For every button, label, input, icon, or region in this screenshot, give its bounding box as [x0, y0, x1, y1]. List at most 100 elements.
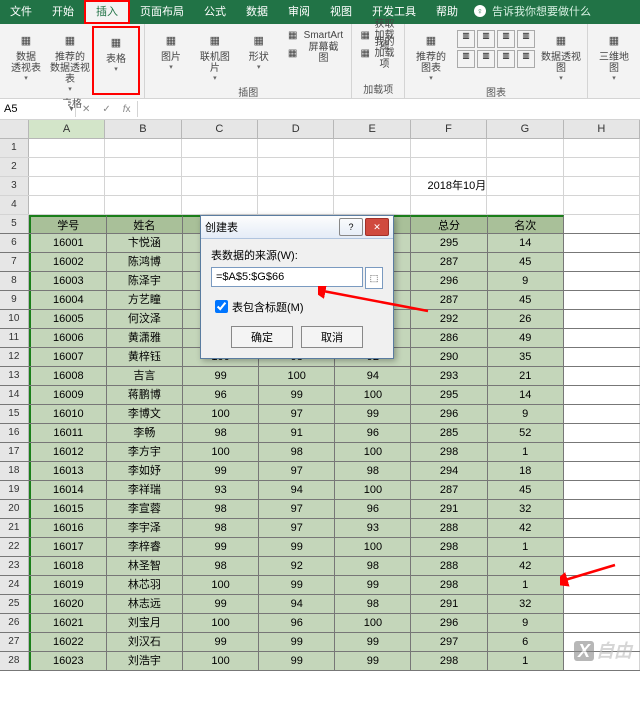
cell[interactable]	[29, 177, 105, 195]
ribbon-button[interactable]: ▦图片▾	[149, 26, 193, 84]
ribbon-button[interactable]: ▦我的加载项	[356, 44, 400, 62]
cell[interactable]: 98	[183, 557, 259, 575]
cancel-button[interactable]: 取消	[301, 326, 363, 348]
cell[interactable]: 黄梓钰	[107, 348, 183, 366]
tell-me-input[interactable]: ♀告诉我你想要做什么	[468, 0, 601, 24]
cell[interactable]	[487, 177, 563, 195]
cell[interactable]	[334, 158, 410, 176]
cell[interactable]: 100	[335, 614, 411, 632]
cell[interactable]	[182, 177, 258, 195]
cell[interactable]: 98	[183, 500, 259, 518]
cell[interactable]: 32	[488, 500, 564, 518]
row-header[interactable]: 3	[0, 177, 29, 195]
cell[interactable]	[564, 500, 640, 518]
cell[interactable]: 林圣智	[107, 557, 183, 575]
cell[interactable]: 16001	[29, 234, 107, 252]
has-headers-checkbox[interactable]	[215, 300, 228, 313]
cell[interactable]: 陈泽宇	[107, 272, 183, 290]
cell[interactable]	[564, 614, 640, 632]
cell[interactable]: 91	[259, 424, 335, 442]
cell[interactable]: 26	[488, 310, 564, 328]
source-range-input[interactable]	[211, 267, 363, 287]
cell[interactable]: 16013	[29, 462, 107, 480]
chart-type-icon[interactable]: ▥	[477, 50, 495, 68]
chart-type-icon[interactable]: ▥	[517, 30, 535, 48]
cell[interactable]: 100	[335, 386, 411, 404]
cell[interactable]: 99	[183, 538, 259, 556]
ribbon-button[interactable]: ▦数据透视表▾	[4, 26, 48, 95]
cell[interactable]: 16007	[29, 348, 107, 366]
chart-type-icon[interactable]: ▥	[457, 30, 475, 48]
row-header[interactable]: 15	[0, 405, 29, 423]
row-header[interactable]: 20	[0, 500, 29, 518]
cell[interactable]: 16021	[29, 614, 107, 632]
cell[interactable]: 288	[411, 557, 487, 575]
cell[interactable]: 45	[488, 253, 564, 271]
row-header[interactable]: 6	[0, 234, 29, 252]
cell[interactable]: 286	[411, 329, 487, 347]
cell[interactable]: 卞悦涵	[107, 234, 183, 252]
cell[interactable]: 32	[488, 595, 564, 613]
cell[interactable]: 16014	[29, 481, 107, 499]
cell[interactable]: 16004	[29, 291, 107, 309]
chart-type-icon[interactable]: ▥	[517, 50, 535, 68]
cell[interactable]: 总分	[411, 215, 487, 233]
cell[interactable]	[258, 196, 334, 214]
cell[interactable]: 100	[183, 405, 259, 423]
menu-item-帮助[interactable]: 帮助	[426, 0, 468, 24]
cell[interactable]: 李梓睿	[107, 538, 183, 556]
ribbon-button[interactable]: ▦推荐的数据透视表▾	[48, 26, 92, 95]
cell[interactable]: 287	[411, 253, 487, 271]
row-header[interactable]: 26	[0, 614, 29, 632]
cell[interactable]: 2018年10月	[411, 177, 487, 195]
cell[interactable]: 291	[411, 595, 487, 613]
column-header[interactable]: B	[105, 120, 181, 138]
cell[interactable]: 42	[488, 557, 564, 575]
cell[interactable]	[564, 519, 640, 537]
cell[interactable]	[334, 139, 410, 157]
cell[interactable]: 296	[411, 272, 487, 290]
cell[interactable]: 14	[488, 234, 564, 252]
cell[interactable]: 35	[488, 348, 564, 366]
cell[interactable]: 100	[183, 576, 259, 594]
cell[interactable]: 45	[488, 481, 564, 499]
cell[interactable]	[487, 158, 563, 176]
cell[interactable]: 1	[488, 652, 564, 670]
cell[interactable]	[564, 367, 640, 385]
cell[interactable]	[182, 196, 258, 214]
cell[interactable]: 97	[259, 519, 335, 537]
cell[interactable]: 98	[335, 595, 411, 613]
cell[interactable]: 97	[259, 500, 335, 518]
cell[interactable]: 99	[259, 538, 335, 556]
cell[interactable]: 林志远	[107, 595, 183, 613]
menu-item-视图[interactable]: 视图	[320, 0, 362, 24]
row-header[interactable]: 16	[0, 424, 29, 442]
row-header[interactable]: 17	[0, 443, 29, 461]
cell[interactable]: 99	[183, 633, 259, 651]
menu-item-文件[interactable]: 文件	[0, 0, 42, 24]
cell[interactable]	[105, 177, 181, 195]
cell[interactable]	[182, 139, 258, 157]
cell[interactable]: 287	[411, 291, 487, 309]
cell[interactable]: 16015	[29, 500, 107, 518]
cell[interactable]: 李畅	[107, 424, 183, 442]
cell[interactable]	[105, 158, 181, 176]
cell[interactable]: 293	[411, 367, 487, 385]
ribbon-button[interactable]: ▦三维地图▾	[592, 26, 636, 84]
cell[interactable]	[411, 158, 487, 176]
row-header[interactable]: 19	[0, 481, 29, 499]
cell[interactable]: 刘汉石	[107, 633, 183, 651]
row-header[interactable]: 22	[0, 538, 29, 556]
cell[interactable]: 298	[411, 538, 487, 556]
row-header[interactable]: 28	[0, 652, 29, 670]
cell[interactable]: 黄潇雅	[107, 329, 183, 347]
cell[interactable]: 98	[335, 557, 411, 575]
cell[interactable]	[29, 158, 105, 176]
row-header[interactable]: 25	[0, 595, 29, 613]
row-header[interactable]: 18	[0, 462, 29, 480]
cell[interactable]: 100	[259, 367, 335, 385]
menu-item-数据[interactable]: 数据	[236, 0, 278, 24]
column-header[interactable]: F	[411, 120, 487, 138]
cell[interactable]: 99	[335, 652, 411, 670]
cell[interactable]: 16011	[29, 424, 107, 442]
